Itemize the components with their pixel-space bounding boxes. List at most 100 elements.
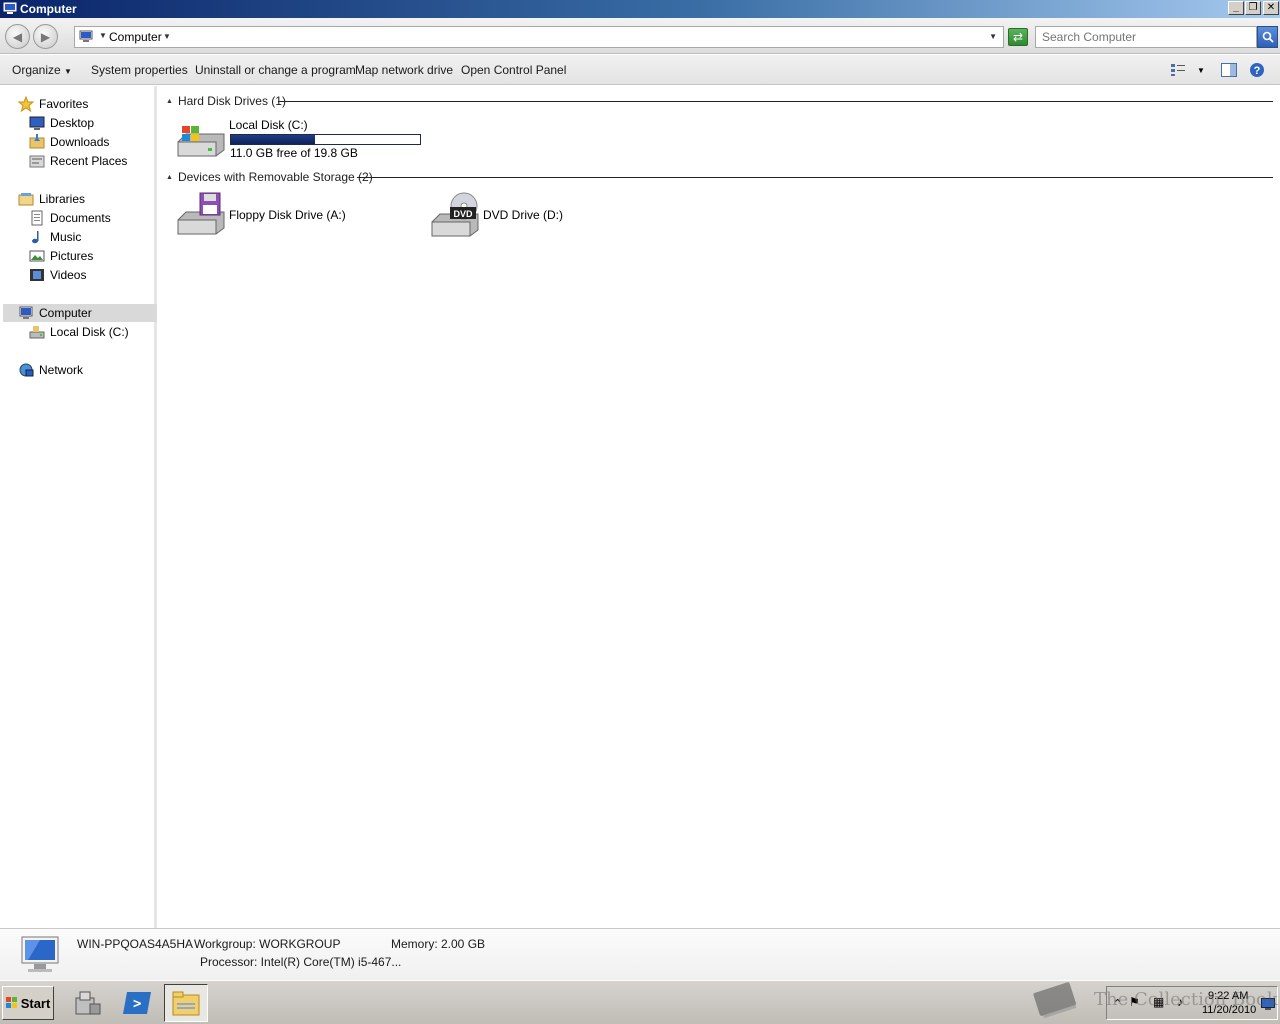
chevron-down-icon[interactable]: ▼ — [163, 32, 171, 41]
refresh-button[interactable]: ⇄ — [1008, 28, 1028, 46]
command-bar: Organize ▼ System properties Uninstall o… — [0, 55, 1280, 85]
window-title: Computer — [20, 2, 77, 16]
nav-videos[interactable]: Videos — [29, 266, 86, 284]
forward-button[interactable]: ▶ — [33, 24, 58, 49]
organize-button[interactable]: Organize ▼ — [12, 63, 72, 77]
group-divider — [357, 177, 1273, 178]
watermark-text: The Collection Book — [1094, 989, 1278, 1010]
downloads-folder-icon — [29, 134, 45, 149]
local-disk-c-label[interactable]: Local Disk (C:) — [229, 118, 308, 132]
network-icon — [19, 363, 34, 377]
processor-info: Processor: Intel(R) Core(TM) i5-467... — [200, 955, 402, 969]
dvd-drive-label[interactable]: DVD Drive (D:) — [483, 208, 563, 222]
system-properties-button[interactable]: System properties — [91, 63, 188, 77]
restore-button[interactable]: ❐ — [1245, 1, 1261, 15]
uninstall-program-button[interactable]: Uninstall or change a program — [195, 63, 356, 77]
search-icon — [1262, 31, 1274, 43]
address-bar-row: ◀ ▶ ▼ Computer ▼ ▼ ⇄ — [0, 18, 1280, 54]
minimize-button[interactable]: _ — [1228, 1, 1244, 15]
nav-label: Documents — [50, 211, 111, 225]
content-pane: ▲ Hard Disk Drives (1) Local Disk (C:) 1… — [160, 86, 1280, 928]
explorer-taskbar-button[interactable] — [164, 984, 208, 1022]
music-icon — [32, 231, 39, 244]
documents-icon — [31, 210, 43, 226]
close-button[interactable]: ✕ — [1263, 1, 1279, 15]
floppy-disk-drive-icon — [177, 192, 225, 235]
floppy-disk-drive-label[interactable]: Floppy Disk Drive (A:) — [229, 208, 346, 222]
nav-favorites[interactable]: Favorites — [18, 95, 88, 113]
collapse-caret-icon[interactable]: ▲ — [166, 98, 173, 105]
watermark-book-icon — [1033, 982, 1077, 1019]
nav-desktop[interactable]: Desktop — [29, 114, 94, 132]
taskbar: Start > ⌃ ⚑ ▦ ♪ 9:22 AM 11/20/2010 The C… — [0, 980, 1280, 1024]
change-view-button[interactable] — [1170, 62, 1186, 78]
arrow-right-icon: ▶ — [40, 29, 51, 44]
local-disk-c-free-space: 11.0 GB free of 19.8 GB — [230, 146, 358, 160]
nav-label: Network — [39, 363, 84, 377]
help-icon: ? — [1250, 63, 1264, 77]
computer-icon — [3, 2, 17, 14]
nav-label: Local Disk (C:) — [50, 325, 129, 339]
chevron-down-icon: ▼ — [64, 67, 72, 76]
address-history-dropdown-icon[interactable]: ▼ — [989, 32, 997, 41]
nav-music[interactable]: Music — [29, 228, 81, 246]
nav-label: Pictures — [50, 249, 94, 263]
map-network-drive-button[interactable]: Map network drive — [355, 63, 453, 77]
nav-recent-places[interactable]: Recent Places — [29, 152, 127, 170]
navigation-pane: Favorites Desktop Downloads Recent Place… — [0, 86, 157, 928]
svg-text:?: ? — [1254, 65, 1261, 77]
view-list-icon — [1171, 64, 1185, 76]
nav-pictures[interactable]: Pictures — [29, 247, 93, 265]
nav-documents[interactable]: Documents — [29, 209, 111, 227]
dvd-drive-icon: DVD — [431, 192, 479, 237]
group-title: Hard Disk Drives (1) — [177, 94, 286, 108]
nav-downloads[interactable]: Downloads — [29, 133, 109, 151]
nav-label: Desktop — [50, 116, 95, 130]
computer-name: WIN-PPQOAS4A5HA — [77, 937, 194, 951]
chevron-down-icon[interactable]: ▼ — [99, 31, 107, 40]
desktop-icon — [29, 116, 45, 130]
recent-places-icon — [29, 155, 45, 168]
powershell-taskbar-button[interactable]: > — [115, 984, 159, 1022]
svg-text:>: > — [133, 996, 141, 1012]
search-input[interactable] — [1035, 26, 1257, 48]
breadcrumb-computer[interactable]: Computer — [109, 30, 162, 44]
start-button[interactable]: Start — [2, 986, 54, 1020]
nav-label: Libraries — [39, 192, 86, 206]
videos-icon — [30, 269, 44, 281]
nav-network[interactable]: Network — [18, 361, 83, 379]
star-icon — [18, 96, 34, 112]
folder-icon — [172, 991, 200, 1016]
hard-disk-drive-icon — [177, 126, 225, 157]
address-box[interactable]: ▼ Computer ▼ ▼ — [74, 26, 1004, 48]
details-pane: WIN-PPQOAS4A5HA Workgroup: WORKGROUP Mem… — [0, 928, 1280, 980]
server-manager-taskbar-button[interactable] — [65, 984, 109, 1022]
view-options-dropdown-icon[interactable]: ▼ — [1197, 62, 1205, 78]
nav-label: Computer — [39, 306, 92, 320]
start-label: Start — [20, 995, 51, 1011]
group-hard-disk-drives[interactable]: ▲ Hard Disk Drives (1) — [166, 93, 286, 109]
dvd-badge-text: DVD — [453, 209, 473, 219]
search-button[interactable] — [1257, 26, 1278, 48]
computer-monitor-icon — [21, 936, 59, 972]
nav-local-disk[interactable]: Local Disk (C:) — [29, 323, 129, 341]
nav-computer[interactable]: Computer — [3, 304, 157, 322]
title-bar: Computer _ ❐ ✕ — [0, 0, 1280, 18]
help-button[interactable]: ? — [1249, 62, 1265, 78]
computer-icon — [79, 30, 93, 42]
nav-label: Music — [50, 230, 82, 244]
nav-label: Favorites — [39, 97, 89, 111]
libraries-icon — [18, 193, 34, 206]
nav-label: Downloads — [50, 135, 110, 149]
collapse-caret-icon[interactable]: ▲ — [166, 174, 173, 181]
nav-label: Recent Places — [50, 154, 128, 168]
capacity-bar-fill — [231, 135, 315, 144]
nav-libraries[interactable]: Libraries — [18, 190, 85, 208]
group-removable-storage[interactable]: ▲ Devices with Removable Storage (2) — [166, 169, 373, 185]
back-button[interactable]: ◀ — [5, 24, 30, 49]
server-manager-icon — [75, 991, 101, 1015]
preview-pane-button[interactable] — [1221, 62, 1237, 78]
capacity-bar — [230, 134, 421, 145]
open-control-panel-button[interactable]: Open Control Panel — [461, 63, 566, 77]
windows-logo-icon — [5, 997, 17, 1008]
